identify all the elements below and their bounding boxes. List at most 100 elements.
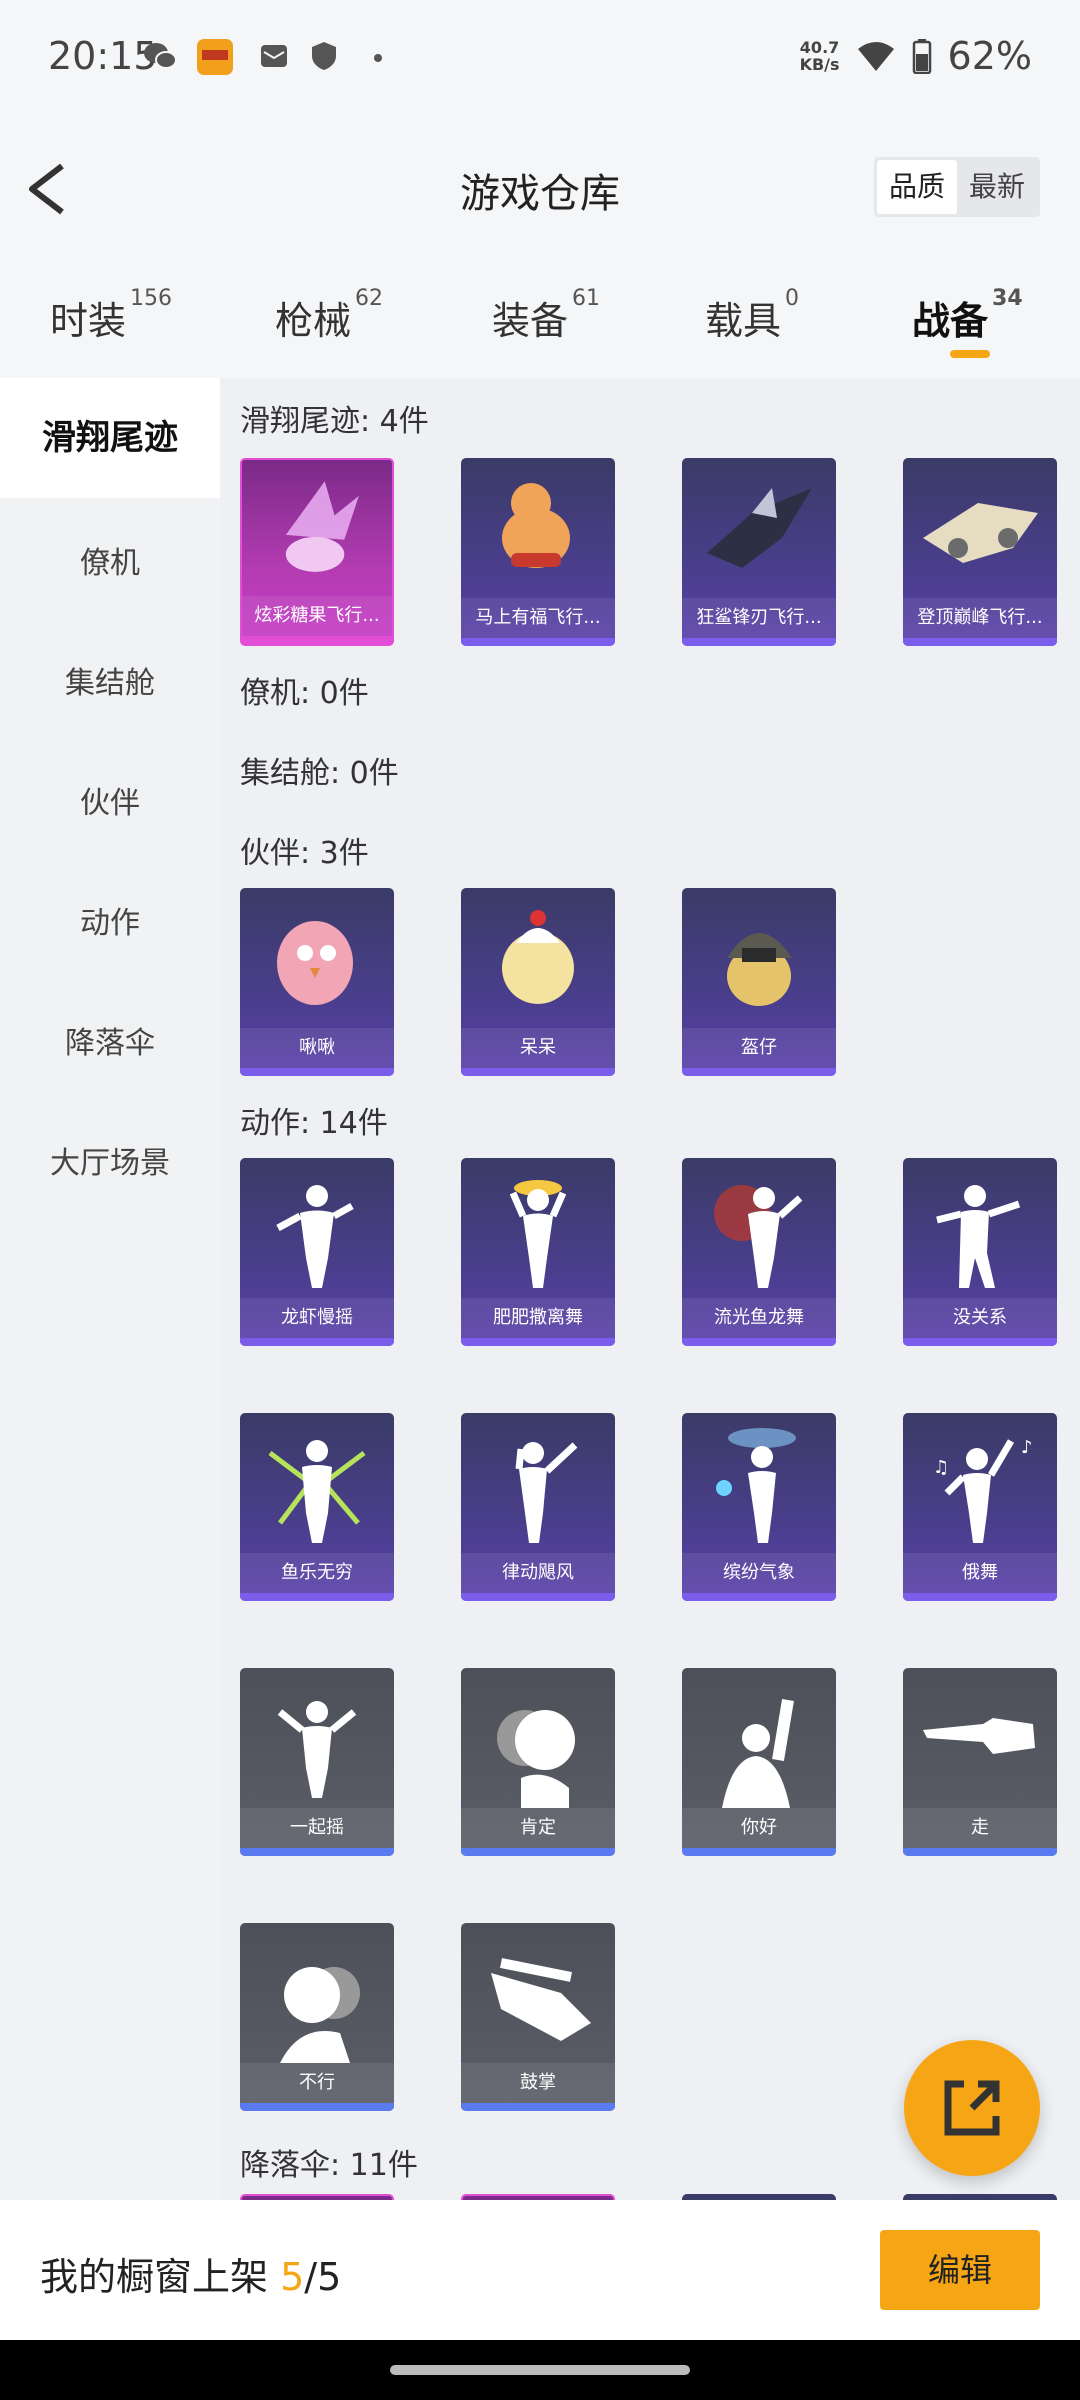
- shield-icon: [312, 42, 336, 70]
- item-card[interactable]: 缤纷气象: [682, 1413, 836, 1601]
- rarity-bar: [903, 1593, 1057, 1601]
- dance-pose-icon: [716, 1428, 796, 1543]
- rarity-bar: [461, 2103, 615, 2111]
- item-label: 不行: [240, 2063, 394, 2103]
- item-card[interactable]: 鼓掌: [461, 1923, 615, 2111]
- wave-hand-icon: [722, 1699, 794, 1808]
- rarity-bar: [682, 1848, 836, 1856]
- section-title-trail: 滑翔尾迹: 4件: [240, 404, 429, 439]
- item-label: 肯定: [461, 1808, 615, 1848]
- item-label: 没关系: [903, 1298, 1057, 1338]
- item-card[interactable]: 肯定: [461, 1668, 615, 1856]
- item-card[interactable]: 鱼乐无穷: [240, 1413, 394, 1601]
- point-hand-icon: [923, 1718, 1035, 1754]
- chick-icon: [502, 910, 574, 1004]
- item-label: 呆呆: [461, 1028, 615, 1068]
- sidebar-item-lobby-scene[interactable]: 大厅场景: [0, 1138, 220, 1182]
- item-card[interactable]: 狂鲨锋刃飞行...: [682, 458, 836, 646]
- network-speed: 40.7 KB/s: [799, 38, 840, 74]
- item-card[interactable]: 龙虾慢摇: [240, 1158, 394, 1346]
- item-label: 一起摇: [240, 1808, 394, 1848]
- candy-trail-icon: [285, 481, 359, 572]
- sidebar-item-wingman[interactable]: 僚机: [0, 538, 220, 582]
- item-card[interactable]: 肥肥撒离舞: [461, 1158, 615, 1346]
- sway-pose-icon: [277, 1701, 357, 1798]
- showcase-footer: 我的橱窗上架 5/5 编辑: [0, 2200, 1080, 2340]
- item-label: 肥肥撒离舞: [461, 1298, 615, 1338]
- edit-button[interactable]: 编辑: [880, 2230, 1040, 2310]
- tab-fashion[interactable]: 时装156: [50, 286, 172, 345]
- clap-hands-icon: [491, 1958, 591, 2041]
- item-card[interactable]: 你好: [682, 1668, 836, 1856]
- sidebar-item-trail[interactable]: 滑翔尾迹: [0, 378, 220, 498]
- rarity-bar: [240, 1338, 394, 1346]
- game-app-icon: [197, 39, 233, 75]
- item-card[interactable]: 律动飓风: [461, 1413, 615, 1601]
- shark-trail-icon: [707, 488, 812, 568]
- section-title-parachute: 降落伞: 11件: [240, 2148, 418, 2183]
- item-label: 狂鲨锋刃飞行...: [682, 598, 836, 638]
- sort-quality-button[interactable]: 品质: [876, 160, 957, 214]
- tab-equipment[interactable]: 装备61: [492, 286, 600, 345]
- rarity-bar: [682, 1593, 836, 1601]
- item-card[interactable]: 走: [903, 1668, 1057, 1856]
- rarity-bar: [240, 2103, 394, 2111]
- tab-guns[interactable]: 枪械62: [275, 286, 383, 345]
- item-card[interactable]: 马上有福飞行...: [461, 458, 615, 646]
- item-card[interactable]: 啾啾: [240, 888, 394, 1076]
- item-card[interactable]: 没关系: [903, 1158, 1057, 1346]
- item-label: 你好: [682, 1808, 836, 1848]
- sidebar-item-parachute[interactable]: 降落伞: [0, 1018, 220, 1062]
- share-button[interactable]: [904, 2040, 1040, 2176]
- rarity-bar: [461, 1848, 615, 1856]
- item-card[interactable]: 炫彩糖果飞行...: [240, 458, 394, 646]
- sort-toggle[interactable]: 品质 最新: [873, 157, 1040, 217]
- item-label: 流光鱼龙舞: [682, 1298, 836, 1338]
- item-label: 登顶巅峰飞行...: [903, 598, 1057, 638]
- sort-newest-button[interactable]: 最新: [957, 160, 1037, 214]
- sidebar-item-partner[interactable]: 伙伴: [0, 778, 220, 822]
- dance-pose-icon: [515, 1442, 578, 1543]
- home-gesture-bar[interactable]: [390, 2365, 690, 2375]
- rarity-bar: [240, 1068, 394, 1076]
- item-card[interactable]: ♪ ♫ 俄舞: [903, 1413, 1057, 1601]
- item-card[interactable]: 流光鱼龙舞: [682, 1158, 836, 1346]
- rarity-bar: [240, 1848, 394, 1856]
- item-card[interactable]: 一起摇: [240, 1668, 394, 1856]
- item-label: 啾啾: [240, 1028, 394, 1068]
- dot-icon: [374, 54, 382, 62]
- category-tabs: 时装156 枪械62 装备61 载具0 战备34: [0, 260, 1080, 378]
- showcase-status: 我的橱窗上架 5/5: [40, 2255, 342, 2299]
- sidebar-item-pod[interactable]: 集结舱: [0, 658, 220, 702]
- rarity-bar: [240, 1593, 394, 1601]
- page-header: 游戏仓库 品质 最新: [0, 115, 1080, 260]
- pink-bird-icon: [277, 921, 353, 1005]
- item-card[interactable]: 登顶巅峰飞行...: [903, 458, 1057, 646]
- rarity-bar: [682, 1338, 836, 1346]
- svg-text:♫: ♫: [933, 1457, 949, 1478]
- rarity-bar: [461, 1068, 615, 1076]
- rarity-bar: [903, 1338, 1057, 1346]
- item-card[interactable]: 盔仔: [682, 888, 836, 1076]
- dance-pose-icon: [714, 1185, 803, 1288]
- tab-battle-gear[interactable]: 战备34: [912, 286, 1023, 345]
- tab-vehicles[interactable]: 载具0: [705, 286, 799, 345]
- rarity-bar: [461, 638, 615, 646]
- item-label: 鱼乐无穷: [240, 1553, 394, 1593]
- item-label: 炫彩糖果飞行...: [242, 596, 392, 636]
- wechat-icon: [144, 43, 177, 69]
- horse-trail-icon: [502, 483, 570, 568]
- item-label: 俄舞: [903, 1553, 1057, 1593]
- battery-level: 62%: [947, 34, 1032, 78]
- item-label: 缤纷气象: [682, 1553, 836, 1593]
- shake-head-icon: [280, 1967, 360, 2063]
- item-card[interactable]: 不行: [240, 1923, 394, 2111]
- rarity-bar: [461, 1338, 615, 1346]
- item-card[interactable]: 呆呆: [461, 888, 615, 1076]
- item-label: 龙虾慢摇: [240, 1298, 394, 1338]
- rarity-bar: [461, 1593, 615, 1601]
- sidebar-item-emote[interactable]: 动作: [0, 898, 220, 942]
- system-nav-bar: [0, 2340, 1080, 2400]
- active-tab-indicator: [950, 350, 990, 358]
- nod-head-icon: [497, 1710, 575, 1808]
